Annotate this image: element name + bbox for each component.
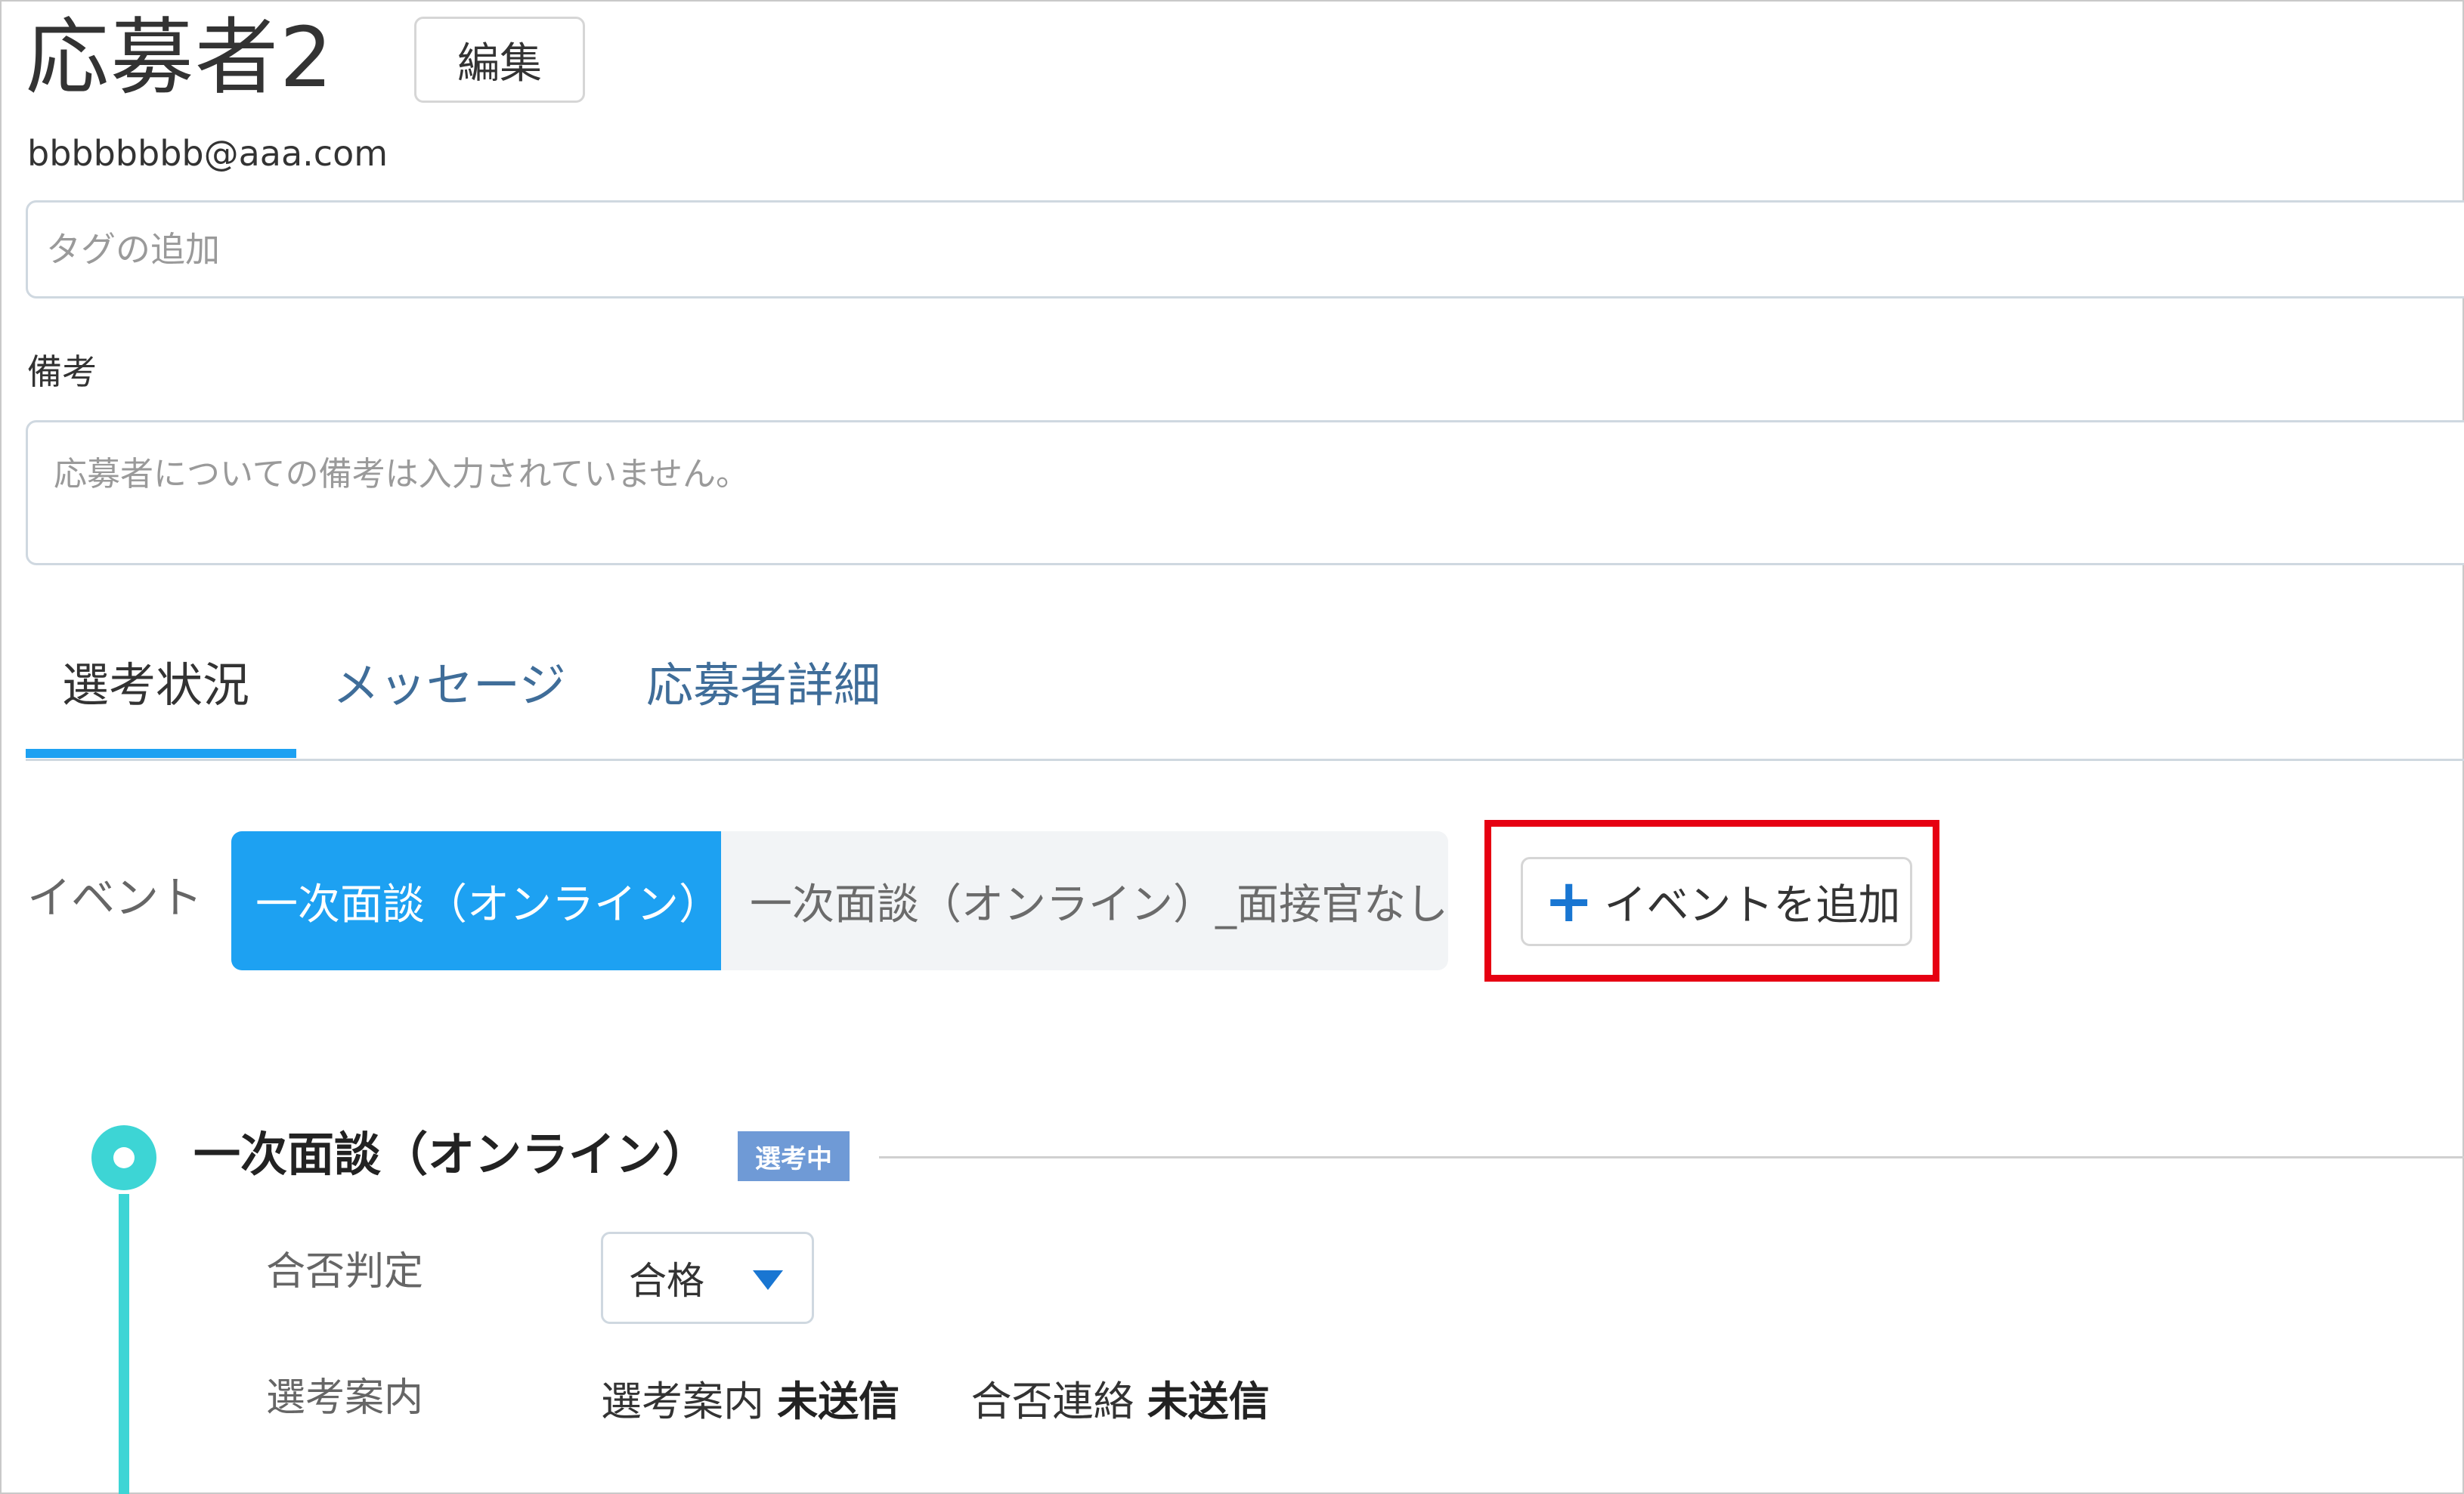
guide-status-label: 選考案内 [601, 1378, 764, 1425]
tab-selection-status[interactable]: 選考状況 [62, 651, 249, 719]
notes-textarea[interactable] [26, 420, 2464, 565]
guide-label: 選考案内 [266, 1375, 424, 1421]
timeline-node-icon [91, 1125, 156, 1190]
edit-button[interactable]: 編集 [414, 17, 585, 103]
result-notice-value: 未送信 [1147, 1378, 1270, 1425]
result-notice-label: 合否連絡 [970, 1378, 1134, 1425]
chevron-down-icon [753, 1270, 783, 1290]
result-label: 合否判定 [266, 1249, 424, 1294]
timeline-line [119, 1194, 129, 1494]
tab-applicant-details[interactable]: 応募者詳細 [646, 651, 881, 719]
result-select-value: 合格 [629, 1259, 704, 1303]
plus-icon: + [1544, 868, 1594, 936]
notes-label: 備考 [27, 351, 97, 392]
timeline-node-center [113, 1147, 135, 1168]
tab-messages[interactable]: メッセージ [333, 651, 566, 719]
stage-divider [879, 1156, 2464, 1158]
add-event-label: イベントを追加 [1604, 880, 1901, 930]
applicant-email: bbbbbbbb@aaa.com [27, 133, 388, 174]
tabs-divider [26, 759, 2464, 761]
active-tab-indicator [26, 749, 296, 758]
tag-input[interactable] [26, 200, 2464, 298]
result-select[interactable]: 合格 [601, 1232, 814, 1324]
event-option-online-interview-no-interviewer[interactable]: 一次面談（オンライン）_面接官なし [721, 831, 1448, 970]
stage-title: 一次面談（オンライン） [193, 1127, 710, 1182]
status-badge: 選考中 [738, 1131, 850, 1181]
event-option-online-interview[interactable]: 一次面談（オンライン） [231, 831, 721, 970]
event-selector: 一次面談（オンライン） 一次面談（オンライン）_面接官なし [231, 831, 1448, 970]
guide-status-value: 未送信 [777, 1378, 900, 1425]
notification-status: 選考案内 未送信 合否連絡 未送信 [601, 1375, 1270, 1428]
page-title: 応募者2 [26, 9, 334, 106]
add-event-button[interactable]: + イベントを追加 [1521, 857, 1912, 946]
event-label: イベント [27, 872, 203, 923]
